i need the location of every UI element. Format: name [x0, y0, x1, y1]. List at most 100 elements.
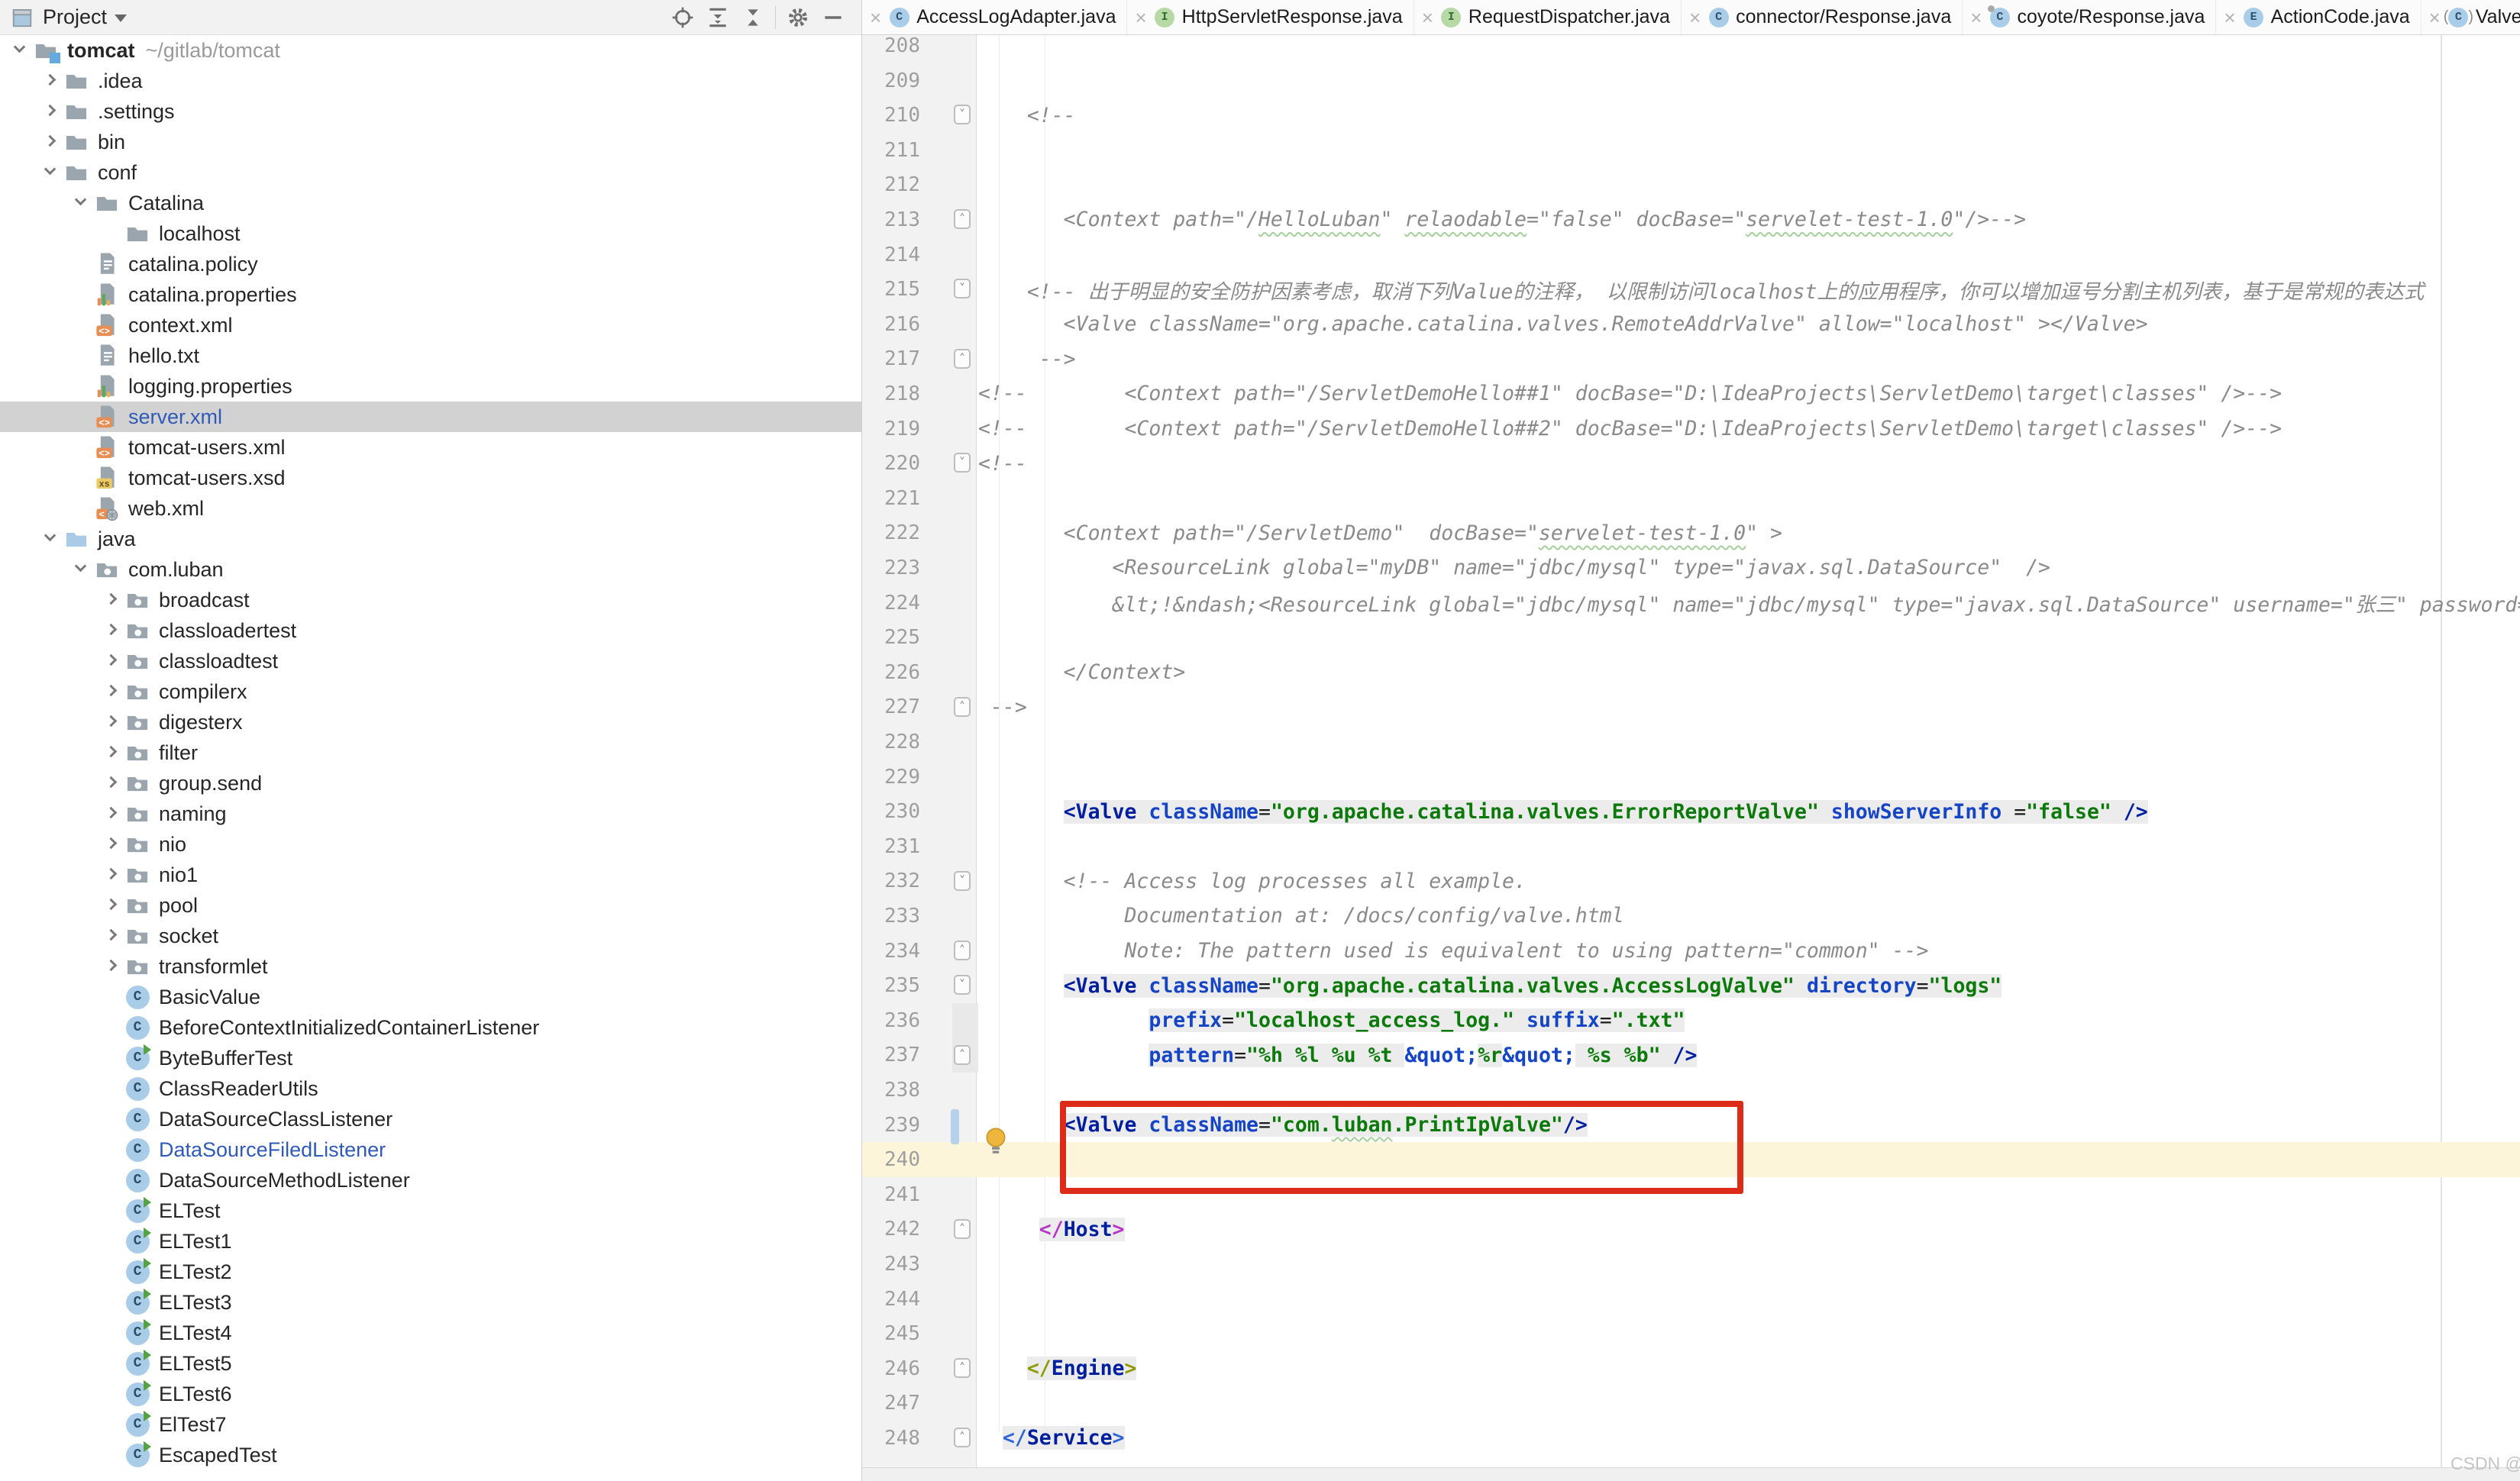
tree-item-conf[interactable]: conf — [0, 157, 861, 188]
tree-item-datasourceclasslistener[interactable]: CDataSourceClassListener — [0, 1104, 861, 1134]
tree-item-digesterx[interactable]: digesterx — [0, 707, 861, 737]
chevron-right-icon[interactable] — [101, 680, 124, 703]
tree-item-eltest1[interactable]: CELTest1 — [0, 1226, 861, 1257]
editor-tab[interactable]: ×CAccessLogAdapter.java — [862, 0, 1127, 35]
fold-marker-icon[interactable]: ˄ — [954, 941, 971, 960]
tree-item-eltest[interactable]: CELTest — [0, 1195, 861, 1226]
chevron-right-icon[interactable] — [40, 100, 63, 123]
tree-item-broadcast[interactable]: broadcast — [0, 585, 861, 615]
editor-tab[interactable]: ×(C)Valve.java — [2421, 0, 2520, 35]
tab-close-icon[interactable]: × — [2429, 8, 2441, 27]
chevron-right-icon[interactable] — [101, 711, 124, 734]
collapse-all-icon[interactable] — [700, 0, 735, 35]
tree-item-tomcat-users-xsd[interactable]: xstomcat-users.xsd — [0, 463, 861, 493]
chevron-right-icon[interactable] — [101, 924, 124, 947]
editor-tab[interactable]: ×Ccoyote/Response.java — [1963, 0, 2216, 35]
chevron-right-icon[interactable] — [101, 772, 124, 795]
tab-close-icon[interactable]: × — [870, 8, 881, 27]
tree-item-transformlet[interactable]: transformlet — [0, 951, 861, 982]
tree-item-basicvalue[interactable]: CBasicValue — [0, 982, 861, 1012]
tree-item-com-luban[interactable]: com.luban — [0, 554, 861, 585]
tree-item-bin[interactable]: bin — [0, 127, 861, 157]
tab-close-icon[interactable]: × — [1135, 8, 1146, 27]
tree-item-beforecontextinitializedcontainerlistener[interactable]: CBeforeContextInitializedContainerListen… — [0, 1012, 861, 1043]
tree-item-socket[interactable]: socket — [0, 921, 861, 951]
tree-item-datasourcemethodlistener[interactable]: CDataSourceMethodListener — [0, 1165, 861, 1195]
chevron-right-icon[interactable] — [101, 955, 124, 978]
tree-item-eltest7[interactable]: CElTest7 — [0, 1409, 861, 1440]
tree-item-web-xml[interactable]: <web.xml — [0, 493, 861, 524]
fold-marker-icon[interactable]: ˄ — [954, 1358, 971, 1378]
tree-item-compilerx[interactable]: compilerx — [0, 676, 861, 707]
tree-item-datasourcefiledlistener[interactable]: CDataSourceFiledListener — [0, 1134, 861, 1165]
hide-panel-icon[interactable] — [816, 0, 851, 35]
intention-bulb-icon[interactable] — [983, 1126, 1009, 1160]
tree-item-eltest3[interactable]: CELTest3 — [0, 1287, 861, 1318]
chevron-right-icon[interactable] — [101, 619, 124, 642]
tree-item-localhost[interactable]: localhost — [0, 218, 861, 249]
chevron-down-icon[interactable] — [70, 558, 93, 581]
tree-item-catalina[interactable]: Catalina — [0, 188, 861, 218]
tree-item--settings[interactable]: .settings — [0, 96, 861, 127]
breadcrumb-item[interactable]: ▪ ▫ ▪ — [977, 1476, 1042, 1481]
breadcrumb-item[interactable]: ▪ ▫ ▪ — [1275, 1476, 1325, 1481]
chevron-right-icon[interactable] — [101, 741, 124, 764]
chevron-right-icon[interactable] — [40, 131, 63, 153]
editor-tab[interactable]: ×IRequestDispatcher.java — [1414, 0, 1682, 35]
tree-item--idea[interactable]: .idea — [0, 66, 861, 96]
fold-marker-icon[interactable]: ˄ — [954, 1428, 971, 1447]
fold-marker-icon[interactable]: ˄ — [954, 349, 971, 369]
tree-item-eltest2[interactable]: CELTest2 — [0, 1257, 861, 1287]
tree-item-tomcat-users-xml[interactable]: <>tomcat-users.xml — [0, 432, 861, 463]
tree-item-catalina-properties[interactable]: catalina.properties — [0, 279, 861, 310]
tree-item-catalina-policy[interactable]: catalina.policy — [0, 249, 861, 279]
tree-item-eltest6[interactable]: CELTest6 — [0, 1379, 861, 1409]
tree-item-classloadtest[interactable]: classloadtest — [0, 646, 861, 676]
chevron-right-icon[interactable] — [101, 894, 124, 917]
expand-collapse-icon[interactable] — [735, 0, 771, 35]
fold-marker-icon[interactable]: ˄ — [954, 209, 971, 229]
tree-item-server-xml[interactable]: <>server.xml — [0, 402, 861, 432]
tree-item-classloadertest[interactable]: classloadertest — [0, 615, 861, 646]
chevron-down-icon[interactable] — [40, 528, 63, 550]
panel-title[interactable]: Project — [43, 5, 107, 29]
tree-item-hello-txt[interactable]: hello.txt — [0, 340, 861, 371]
tree-item-context-xml[interactable]: <>context.xml — [0, 310, 861, 340]
tree-item-java[interactable]: java — [0, 524, 861, 554]
fold-marker-icon[interactable]: ˅ — [954, 871, 971, 891]
fold-marker-icon[interactable]: ˅ — [954, 975, 971, 995]
tree-item-nio[interactable]: nio — [0, 829, 861, 860]
chevron-down-icon[interactable] — [9, 39, 32, 62]
chevron-down-icon[interactable] — [115, 15, 127, 22]
tab-close-icon[interactable]: × — [1422, 8, 1433, 27]
fold-marker-icon[interactable]: ˅ — [954, 453, 971, 473]
code-editor[interactable]: 208209210˅ <!--211212213˄ <Context path=… — [862, 35, 2520, 1467]
tree-item-pool[interactable]: pool — [0, 890, 861, 921]
fold-marker-icon[interactable]: ˅ — [954, 105, 971, 124]
chevron-down-icon[interactable] — [70, 192, 93, 215]
tree-item-naming[interactable]: naming — [0, 799, 861, 829]
editor-tab[interactable]: ×IHttpServletResponse.java — [1127, 0, 1413, 35]
fold-marker-icon[interactable]: ˄ — [954, 697, 971, 717]
tree-item-tomcat[interactable]: tomcat~/gitlab/tomcat — [0, 35, 861, 66]
tree-item-filter[interactable]: filter — [0, 737, 861, 768]
chevron-right-icon[interactable] — [101, 863, 124, 886]
locate-icon[interactable] — [665, 0, 700, 35]
fold-marker-icon[interactable]: ˄ — [954, 1219, 971, 1239]
tree-item-classreaderutils[interactable]: CClassReaderUtils — [0, 1073, 861, 1104]
fold-marker-icon[interactable]: ˅ — [954, 279, 971, 298]
chevron-right-icon[interactable] — [101, 589, 124, 611]
tree-item-nio1[interactable]: nio1 — [0, 860, 861, 890]
tree-item-eltest5[interactable]: CELTest5 — [0, 1348, 861, 1379]
tree-item-group-send[interactable]: group.send — [0, 768, 861, 799]
editor-tab[interactable]: ×Cconnector/Response.java — [1682, 0, 1963, 35]
chevron-right-icon[interactable] — [101, 650, 124, 673]
tree-item-bytebuffertest[interactable]: CByteBufferTest — [0, 1043, 861, 1073]
tree-item-logging-properties[interactable]: logging.properties — [0, 371, 861, 402]
settings-gear-icon[interactable] — [780, 0, 816, 35]
tree-item-eltest4[interactable]: CELTest4 — [0, 1318, 861, 1348]
chevron-right-icon[interactable] — [40, 69, 63, 92]
chevron-down-icon[interactable] — [40, 161, 63, 184]
tree-item-escapedtest[interactable]: CEscapedTest — [0, 1440, 861, 1470]
fold-marker-icon[interactable]: ˄ — [954, 1045, 971, 1065]
